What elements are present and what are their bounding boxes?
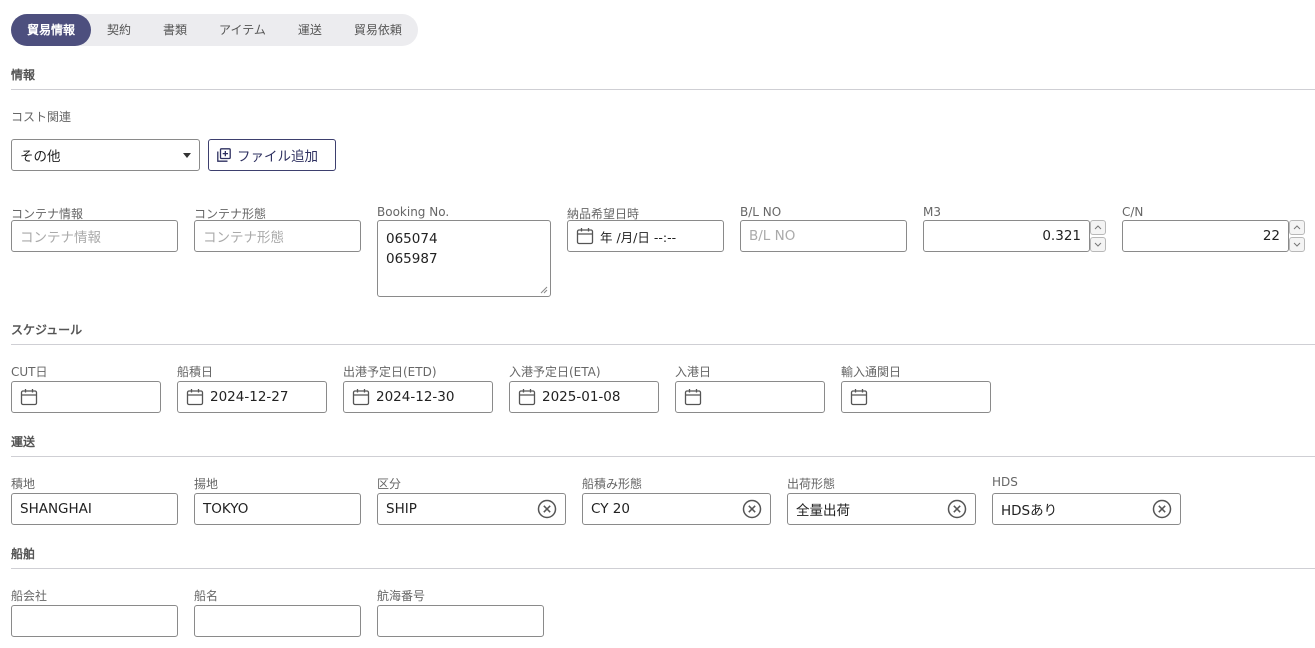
clear-circle-icon[interactable] [947, 499, 967, 519]
etd-label: 出港予定日(ETD) [343, 365, 437, 379]
etd-value: 2024-12-30 [376, 389, 455, 405]
calendar-icon[interactable] [186, 388, 204, 406]
shipment-type-select[interactable]: 全量出荷 [787, 493, 976, 525]
etd-input[interactable]: 2024-12-30 [343, 381, 493, 413]
resize-handle-icon[interactable] [540, 286, 548, 294]
shipment-type-label: 出荷形態 [787, 477, 836, 491]
divider [11, 89, 1315, 90]
m3-decrement[interactable] [1090, 237, 1106, 252]
loading-type-select[interactable]: CY 20 [582, 493, 771, 525]
destination-input[interactable]: TOKYO [194, 493, 361, 525]
container-type-input[interactable]: コンテナ形態 [194, 220, 361, 252]
bl-label: B/L NO [740, 205, 782, 219]
calendar-icon[interactable] [684, 388, 702, 406]
shipment-type-value: 全量出荷 [796, 503, 850, 519]
bl-input[interactable]: B/L NO [740, 220, 907, 252]
chevron-up-icon [1094, 225, 1102, 230]
section-title-schedule: スケジュール [11, 323, 83, 337]
category-label: 区分 [377, 477, 402, 491]
category-value: SHIP [386, 501, 417, 517]
shipping-company-label: 船会社 [11, 589, 48, 603]
m3-label: M3 [923, 205, 941, 219]
tab-trade-info[interactable]: 貿易情報 [11, 14, 92, 46]
clear-circle-icon[interactable] [1152, 499, 1172, 519]
m3-input[interactable]: 0.321 [923, 220, 1090, 252]
loading-date-input[interactable]: 2024-12-27 [177, 381, 327, 413]
divider [11, 456, 1315, 457]
clear-circle-icon[interactable] [742, 499, 762, 519]
cost-select-value: その他 [20, 149, 61, 165]
origin-label: 積地 [11, 477, 36, 491]
divider [11, 568, 1315, 569]
customs-date-input[interactable] [841, 381, 991, 413]
shipping-company-input[interactable] [11, 605, 178, 637]
calendar-icon[interactable] [20, 388, 38, 406]
voyage-number-input[interactable] [377, 605, 544, 637]
calendar-icon[interactable] [518, 388, 536, 406]
add-file-button-label: ファイル追加 [237, 149, 318, 165]
divider [11, 344, 1315, 345]
container-info-input[interactable]: コンテナ情報 [11, 220, 178, 252]
cut-date-input[interactable] [11, 381, 161, 413]
m3-stepper[interactable] [1090, 220, 1106, 252]
hds-select[interactable]: HDSあり [992, 493, 1181, 525]
booking-label: Booking No. [377, 205, 450, 219]
cut-date-label: CUT日 [11, 365, 48, 379]
hds-label: HDS [992, 475, 1018, 489]
vessel-name-label: 船名 [194, 589, 219, 603]
voyage-number-label: 航海番号 [377, 589, 426, 603]
category-select[interactable]: SHIP [377, 493, 566, 525]
vessel-name-input[interactable] [194, 605, 361, 637]
m3-increment[interactable] [1090, 220, 1106, 235]
calendar-icon[interactable] [850, 388, 868, 406]
add-file-button[interactable]: ファイル追加 [208, 139, 336, 171]
file-add-icon [217, 148, 231, 162]
cn-decrement[interactable] [1289, 237, 1305, 252]
loading-type-label: 船積み形態 [582, 477, 643, 491]
chevron-down-icon [1094, 242, 1102, 247]
loading-date-value: 2024-12-27 [210, 389, 289, 405]
loading-type-value: CY 20 [591, 501, 630, 517]
chevron-down-icon [1293, 242, 1301, 247]
cn-input[interactable]: 22 [1122, 220, 1289, 252]
eta-label: 入港予定日(ETA) [509, 365, 601, 379]
booking-line: 065074 [386, 231, 438, 247]
delivery-datetime-input[interactable]: 年 /月/日 --:-- [567, 220, 724, 252]
cn-increment[interactable] [1289, 220, 1305, 235]
clear-circle-icon[interactable] [537, 499, 557, 519]
booking-line: 065987 [386, 251, 438, 267]
booking-textarea[interactable]: 065074 065987 [377, 220, 551, 297]
tab-bar: 貿易情報 契約 書類 アイテム 運送 貿易依頼 [11, 14, 418, 46]
customs-date-label: 輸入通関日 [841, 365, 902, 379]
tab-documents[interactable]: 書類 [147, 14, 203, 46]
tab-items[interactable]: アイテム [203, 14, 282, 46]
cn-label: C/N [1122, 205, 1144, 219]
origin-input[interactable]: SHANGHAI [11, 493, 178, 525]
eta-value: 2025-01-08 [542, 389, 621, 405]
chevron-down-icon [183, 152, 191, 158]
cost-label: コスト関連 [11, 110, 72, 124]
section-title-info: 情報 [11, 68, 36, 82]
chevron-up-icon [1293, 225, 1301, 230]
tab-contract[interactable]: 契約 [91, 14, 147, 46]
section-title-vessel: 船舶 [11, 547, 36, 561]
tab-trade-request[interactable]: 貿易依頼 [338, 14, 418, 46]
cn-stepper[interactable] [1289, 220, 1305, 252]
hds-value: HDSあり [1001, 503, 1058, 519]
tab-transport[interactable]: 運送 [282, 14, 338, 46]
cost-select[interactable]: その他 [11, 139, 200, 171]
eta-input[interactable]: 2025-01-08 [509, 381, 659, 413]
calendar-icon[interactable] [576, 227, 594, 245]
delivery-datetime-value: 年 /月/日 --:-- [600, 229, 677, 245]
arrival-date-input[interactable] [675, 381, 825, 413]
section-title-transport: 運送 [11, 435, 36, 449]
calendar-icon[interactable] [352, 388, 370, 406]
destination-label: 揚地 [194, 477, 219, 491]
loading-date-label: 船積日 [177, 365, 214, 379]
arrival-date-label: 入港日 [675, 365, 712, 379]
